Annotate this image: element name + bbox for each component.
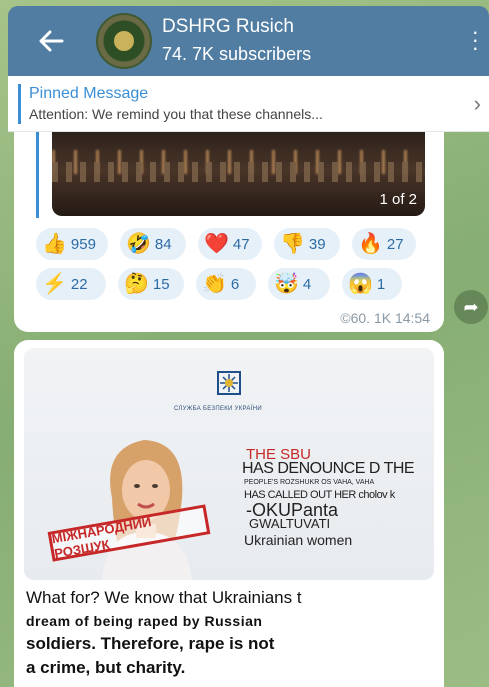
message-bubble[interactable]: 1 of 2 👍 959 🤣 84 ❤️ 47 👎 39 🔥 27 ⚡ 22 🤔 [14,132,444,332]
reaction-thumbs-down[interactable]: 👎 39 [274,228,340,260]
caption-line: dream of being raped by Russian [26,613,263,629]
channel-title-block[interactable]: DSHRG Rusich 74. 7K subscribers [162,16,311,66]
pinned-accent-bar [18,83,21,124]
channel-header[interactable]: DSHRG Rusich 74. 7K subscribers · · · [8,6,489,76]
fire-icon: 🔥 [358,233,383,255]
thumbs-up-icon: 👍 [42,233,67,255]
scream-icon: 😱 [348,273,373,295]
quote-bar [36,132,39,218]
caption-line: What for? We know that Ukrainians t [26,588,302,607]
rofl-icon: 🤣 [126,233,151,255]
caption-line: soldiers. Therefore, rape is not [26,634,275,653]
more-vertical-icon[interactable]: · · · [472,21,479,59]
reaction-lightning[interactable]: ⚡ 22 [36,268,106,300]
message-caption: What for? We know that Ukrainians t drea… [26,586,426,680]
thumbs-down-icon: 👎 [280,233,305,255]
woman-photo [102,440,192,580]
reaction-clap[interactable]: 👏 6 [196,268,256,300]
chevron-right-icon[interactable]: › [474,91,481,117]
channel-name: DSHRG Rusich [162,16,294,37]
message-meta: ©60. 1K 14:54 [340,310,430,326]
reaction-rofl[interactable]: 🤣 84 [120,228,186,260]
heart-icon: ❤️ [204,233,229,255]
message-photo[interactable]: 1 of 2 [52,132,425,216]
reaction-heart[interactable]: ❤️ 47 [198,228,262,260]
pinned-text: Attention: We remind you that these chan… [29,105,323,122]
emblem-icon [112,29,136,53]
message-bubble[interactable]: СЛУЖБА БЕЗПЕКИ УКРАЇНИ МІЖНАРОДНИЙ РОЗШУ… [14,340,444,687]
reaction-fire[interactable]: 🔥 27 [352,228,416,260]
reaction-thumbs-up[interactable]: 👍 959 [36,228,108,260]
overlay-text: Ukrainian women [244,532,353,548]
overlay-text: HAS DENOUNCE D THE [242,460,415,477]
arrow-left-icon[interactable] [26,16,76,66]
clap-icon: 👏 [202,273,227,295]
sbu-caption: СЛУЖБА БЕЗПЕКИ УКРАЇНИ [174,406,262,412]
thinking-icon: 🤔 [124,273,149,295]
caption-line: a crime, but charity. [26,658,186,677]
reaction-scream[interactable]: 😱 1 [342,268,402,300]
subscriber-count: 74. 7K subscribers [162,44,312,64]
reaction-thinking[interactable]: 🤔 15 [118,268,184,300]
mind-blown-icon: 🤯 [274,273,299,295]
photo-counter: 1 of 2 [379,191,417,208]
share-icon[interactable]: ➦ [454,290,488,324]
channel-avatar[interactable] [96,13,152,69]
pinned-title: Pinned Message [29,84,149,102]
overlay-text: GWALTUVATI [249,516,331,531]
message-photo[interactable]: СЛУЖБА БЕЗПЕКИ УКРАЇНИ МІЖНАРОДНИЙ РОЗШУ… [24,348,434,580]
lightning-icon: ⚡ [42,273,67,295]
overlay-text: PEOPLE'S ROZSHUKR OS VAHA, VAHA [244,479,375,486]
pinned-message-bar[interactable]: Pinned Message Attention: We remind you … [8,76,489,132]
reaction-mindblown[interactable]: 🤯 4 [268,268,330,300]
sbu-emblem-icon [214,368,244,398]
